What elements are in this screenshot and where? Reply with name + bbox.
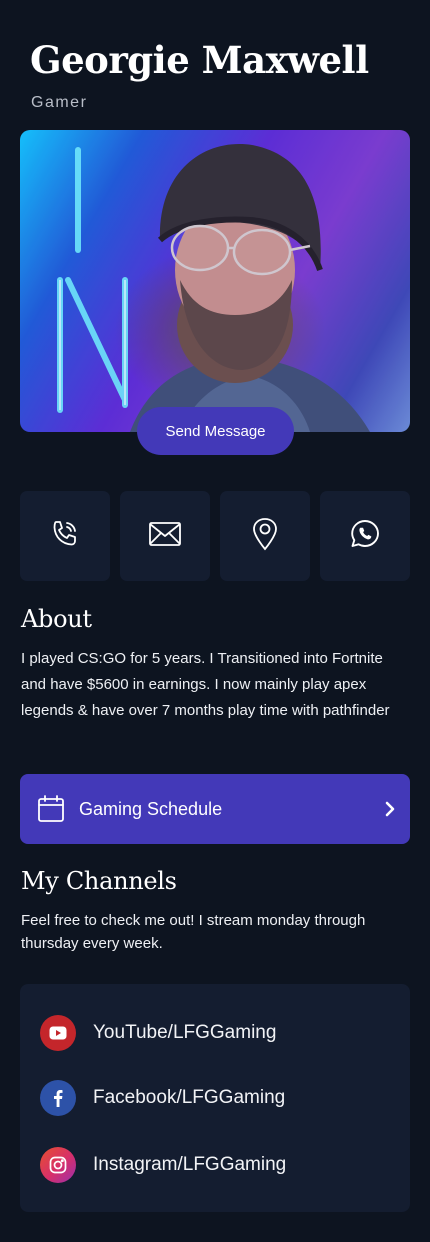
email-button[interactable]: [120, 491, 210, 581]
about-text: I played CS:GO for 5 years. I Transition…: [21, 650, 390, 719]
channel-label: Instagram/LFGGaming: [93, 1154, 287, 1175]
location-button[interactable]: [220, 491, 310, 581]
channel-label: Facebook/LFGGaming: [93, 1087, 286, 1108]
profile-page: Georgie Maxwell Gamer Send Message About…: [0, 0, 430, 1242]
profile-photo: [20, 130, 410, 432]
location-pin-icon: [252, 517, 278, 556]
contact-actions: [20, 491, 410, 581]
mail-icon: [148, 521, 182, 552]
chevron-right-icon: [384, 800, 396, 823]
channel-label: YouTube/LFGGaming: [93, 1022, 277, 1043]
channel-instagram[interactable]: Instagram/LFGGaming: [40, 1147, 286, 1183]
channel-facebook[interactable]: Facebook/LFGGaming: [40, 1080, 285, 1116]
about-heading: About: [21, 605, 92, 633]
profile-name: Georgie Maxwell: [30, 38, 369, 82]
profile-role: Gamer: [31, 94, 88, 111]
channels-text: Feel free to check me out! I stream mond…: [21, 912, 366, 952]
whatsapp-icon: [349, 518, 381, 555]
facebook-icon: [40, 1080, 76, 1116]
channel-youtube[interactable]: YouTube/LFGGaming: [40, 1015, 276, 1051]
call-button[interactable]: [20, 491, 110, 581]
instagram-icon: [40, 1147, 76, 1183]
gaming-schedule-label: Gaming Schedule: [79, 798, 223, 819]
gaming-schedule-button[interactable]: Gaming Schedule: [20, 774, 410, 844]
phone-icon: [49, 518, 81, 555]
whatsapp-button[interactable]: [320, 491, 410, 581]
channels-heading: My Channels: [21, 867, 177, 895]
calendar-icon: [36, 794, 66, 824]
send-message-button[interactable]: Send Message: [137, 407, 294, 455]
channels-list: YouTube/LFGGaming Facebook/LFGGaming Ins…: [20, 984, 410, 1212]
youtube-icon: [40, 1015, 76, 1051]
